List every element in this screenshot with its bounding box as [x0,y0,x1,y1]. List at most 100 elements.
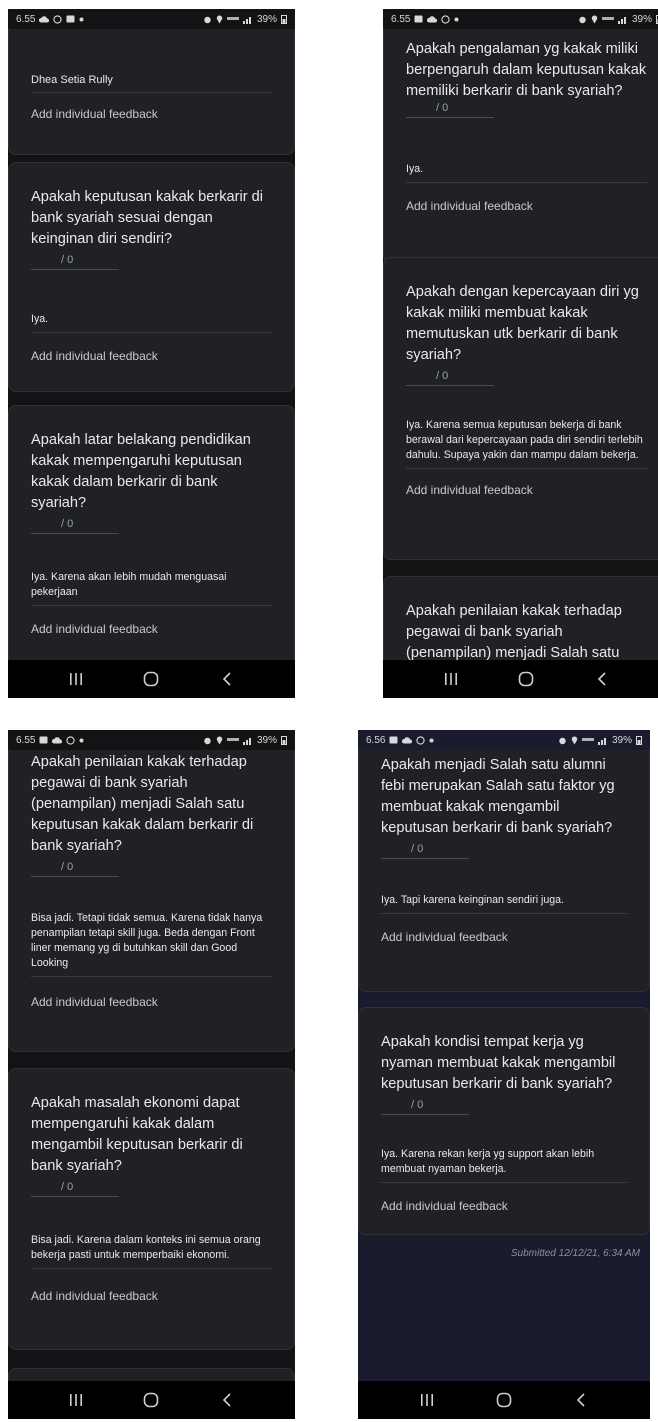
question-text: Apakah dengan kepercayaan diri yg kakak … [406,284,639,363]
status-bar: 6.55 39% [8,730,295,750]
navigation-bar [358,1381,650,1419]
question-card [8,1368,295,1381]
battery-percent: 39% [631,13,652,25]
content-scroll[interactable]: Apakah pengalaman yg kakak miliki berpen… [383,29,658,660]
signal-icon [242,15,253,24]
status-time: 6.55 [16,734,36,746]
battery-icon [281,735,287,745]
status-bar: 6.56 39% [358,730,650,750]
battery-percent: 39% [256,13,277,25]
answer-text: Iya. Karena rekan kerja yg support akan … [381,1147,627,1183]
question-card: Apakah dengan kepercayaan diri yg kakak … [383,257,658,560]
gallery-icon [66,15,75,23]
back-icon[interactable] [207,1385,247,1415]
alarm-icon [558,736,567,745]
location-icon [591,14,598,24]
screenshot-2: 6.55 39% Apakah pengalaman yg kakak mili… [383,9,658,698]
submitted-timestamp: Submitted 12/12/21, 6:34 AM [510,1248,640,1259]
battery-icon [281,14,287,24]
content-scroll[interactable]: Apakah penilaian kakak terhadap pegawai … [8,750,295,1381]
gallery-icon [389,736,398,744]
question-text: Apakah keputusan kakak berkarir di bank … [31,189,264,247]
alarm-icon [578,15,587,24]
answer-text: Iya. [406,162,647,183]
question-text: Apakah masalah ekonomi dapat mempengaruh… [31,1095,243,1174]
question-card: Apakah kondisi tempat kerja yg nyaman me… [358,1007,650,1235]
question-card: Apakah menjadi Salah satu alumni febi me… [358,750,650,992]
location-icon [216,735,223,745]
whatsapp-icon [416,735,426,745]
dot-icon [79,17,84,22]
answer-text: Iya. Karena akan lebih mudah menguasai p… [31,570,272,606]
status-time: 6.55 [391,13,411,25]
add-feedback-link[interactable]: Add individual feedback [31,995,272,1009]
answer-text: Bisa jadi. Tetapi tidak semua. Karena ti… [31,911,272,977]
question-text: Apakah penilaian kakak terhadap pegawai … [31,754,254,854]
add-feedback-link[interactable]: Add individual feedback [381,1199,627,1213]
score-field[interactable]: / 0 [31,861,119,877]
alarm-icon [203,736,212,745]
home-icon[interactable] [131,1385,171,1415]
screenshot-1: 6.55 39% Dhea Setia Rully Add individual… [8,9,295,698]
navigation-bar [383,660,658,698]
signal-icon [617,15,628,24]
status-time: 6.56 [366,734,386,746]
score-field[interactable]: / 0 [31,254,119,270]
question-card: Apakah latar belakang pendidikan kakak m… [8,405,295,660]
question-card: Apakah masalah ekonomi dapat mempengaruh… [8,1068,295,1350]
back-icon[interactable] [207,664,247,694]
home-icon[interactable] [506,664,546,694]
recent-apps-icon[interactable] [56,664,96,694]
battery-percent: 39% [256,734,277,746]
gallery-icon [414,15,423,23]
respondent-card: Dhea Setia Rully Add individual feedback [8,29,295,155]
cloud-icon [402,736,413,744]
answer-text: Iya. Karena semua keputusan bekerja di b… [406,418,647,469]
screenshot-4: 6.56 39% Apakah menjadi Salah satu alumn… [358,730,650,1419]
add-feedback-link[interactable]: Add individual feedback [406,483,647,497]
score-field[interactable]: / 0 [406,102,494,118]
add-feedback-link[interactable]: Add individual feedback [406,199,647,213]
score-field[interactable]: / 0 [381,843,469,859]
add-feedback-link[interactable]: Add individual feedback [381,930,627,944]
question-card: Apakah penilaian kakak terhadap pegawai … [8,750,295,1052]
question-text: Apakah kondisi tempat kerja yg nyaman me… [381,1034,616,1092]
dot-icon [454,17,459,22]
score-field[interactable]: / 0 [381,1099,469,1115]
add-feedback-link[interactable]: Add individual feedback [31,1289,272,1303]
battery-icon [636,735,642,745]
screenshot-3: 6.55 39% Apakah penilaian kakak terhadap… [8,730,295,1419]
recent-apps-icon[interactable] [407,1385,447,1415]
score-field[interactable]: / 0 [31,518,119,534]
question-card: Apakah keputusan kakak berkarir di bank … [8,162,295,392]
respondent-name: Dhea Setia Rully [31,74,272,93]
answer-text: Iya. [31,312,272,333]
back-icon[interactable] [582,664,622,694]
back-icon[interactable] [561,1385,601,1415]
add-feedback-link[interactable]: Add individual feedback [31,107,272,121]
cloud-icon [52,736,63,744]
content-scroll[interactable]: Apakah menjadi Salah satu alumni febi me… [358,750,650,1381]
cloud-icon [39,15,50,23]
cloud-icon [427,15,438,23]
add-feedback-link[interactable]: Add individual feedback [31,622,272,636]
add-feedback-link[interactable]: Add individual feedback [31,349,272,363]
dot-icon [79,738,84,743]
content-scroll[interactable]: Dhea Setia Rully Add individual feedback… [8,29,295,660]
recent-apps-icon[interactable] [431,664,471,694]
status-time: 6.55 [16,13,36,25]
navigation-bar [8,660,295,698]
home-icon[interactable] [484,1385,524,1415]
question-text: Apakah pengalaman yg kakak miliki berpen… [406,41,647,99]
answer-text: Iya. Tapi karena keinginan sendiri juga. [381,893,627,914]
home-icon[interactable] [131,664,171,694]
location-icon [571,735,578,745]
score-field[interactable]: / 0 [406,370,494,386]
question-card: Apakah pengalaman yg kakak miliki berpen… [383,29,658,263]
alarm-icon [203,15,212,24]
score-field[interactable]: / 0 [31,1181,119,1197]
question-text: Apakah penilaian kakak terhadap pegawai … [406,603,622,660]
recent-apps-icon[interactable] [56,1385,96,1415]
dot-icon [429,738,434,743]
lte-icon [226,736,239,744]
